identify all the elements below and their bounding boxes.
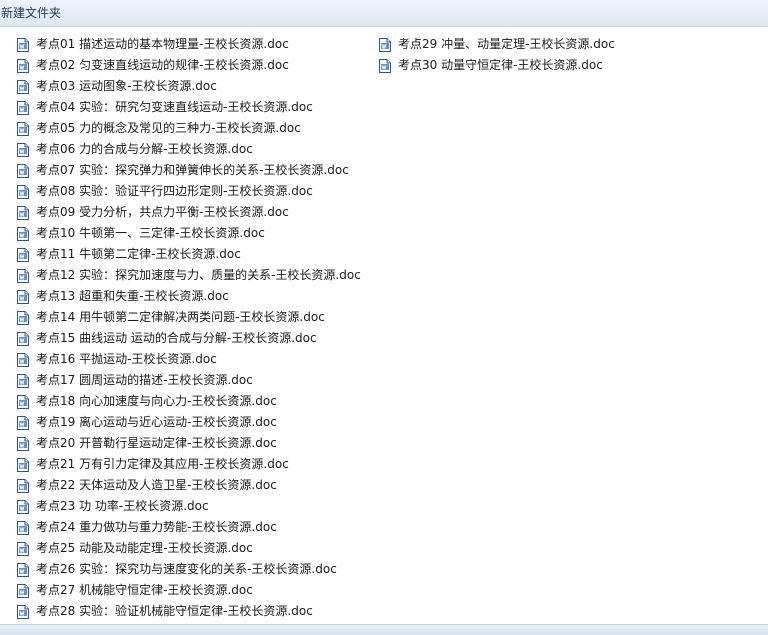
file-column-2: 考点29 冲量、动量定理-王校长资源.doc 考点30 动量守恒定律-王校长资源.… (379, 34, 615, 76)
file-name: 考点23 功 功率-王校长资源.doc (36, 499, 209, 513)
folder-title-bar: 新建文件夹 (0, 0, 768, 27)
file-item[interactable]: 考点02 匀变速直线运动的规律-王校长资源.doc (17, 55, 361, 76)
word-document-icon (17, 226, 29, 241)
file-item[interactable]: 考点10 牛顿第一、三定律-王校长资源.doc (17, 223, 361, 244)
file-name: 考点19 离心运动与近心运动-王校长资源.doc (36, 415, 277, 429)
file-item[interactable]: 考点03 运动图象-王校长资源.doc (17, 76, 361, 97)
file-item[interactable]: 考点04 实验：研究匀变速直线运动-王校长资源.doc (17, 97, 361, 118)
file-name: 考点14 用牛顿第二定律解决两类问题-王校长资源.doc (36, 310, 325, 324)
file-item[interactable]: 考点16 平抛运动-王校长资源.doc (17, 349, 361, 370)
file-name: 考点24 重力做功与重力势能-王校长资源.doc (36, 520, 277, 534)
file-list-view[interactable]: 考点01 描述运动的基本物理量-王校长资源.doc 考点02 匀变速直线运动的规律… (0, 27, 768, 624)
word-document-icon (17, 583, 29, 598)
word-document-icon (17, 247, 29, 262)
word-document-icon (17, 331, 29, 346)
file-name: 考点25 动能及动能定理-王校长资源.doc (36, 541, 253, 555)
word-document-icon (17, 415, 29, 430)
file-name: 考点18 向心加速度与向心力-王校长资源.doc (36, 394, 277, 408)
word-document-icon (17, 436, 29, 451)
file-name: 考点12 实验：探究加速度与力、质量的关系-王校长资源.doc (36, 268, 361, 282)
word-document-icon (17, 478, 29, 493)
file-name: 考点30 动量守恒定律-王校长资源.doc (398, 58, 603, 72)
file-item[interactable]: 考点26 实验：探究功与速度变化的关系-王校长资源.doc (17, 559, 361, 580)
word-document-icon (17, 604, 29, 619)
file-name: 考点22 天体运动及人造卫星-王校长资源.doc (36, 478, 277, 492)
file-item[interactable]: 考点12 实验：探究加速度与力、质量的关系-王校长资源.doc (17, 265, 361, 286)
word-document-icon (17, 289, 29, 304)
file-name: 考点28 实验：验证机械能守恒定律-王校长资源.doc (36, 604, 313, 618)
word-document-icon (17, 184, 29, 199)
file-item[interactable]: 考点27 机械能守恒定律-王校长资源.doc (17, 580, 361, 601)
folder-title: 新建文件夹 (1, 6, 62, 20)
file-name: 考点03 运动图象-王校长资源.doc (36, 79, 217, 93)
word-document-icon (17, 268, 29, 283)
word-document-icon (17, 373, 29, 388)
word-document-icon (379, 37, 391, 52)
file-item[interactable]: 考点28 实验：验证机械能守恒定律-王校长资源.doc (17, 601, 361, 622)
file-name: 考点08 实验：验证平行四边形定则-王校长资源.doc (36, 184, 313, 198)
file-item[interactable]: 考点25 动能及动能定理-王校长资源.doc (17, 538, 361, 559)
word-document-icon (17, 205, 29, 220)
file-name: 考点06 力的合成与分解-王校长资源.doc (36, 142, 253, 156)
file-item[interactable]: 考点22 天体运动及人造卫星-王校长资源.doc (17, 475, 361, 496)
word-document-icon (379, 58, 391, 73)
word-document-icon (17, 100, 29, 115)
file-column-1: 考点01 描述运动的基本物理量-王校长资源.doc 考点02 匀变速直线运动的规律… (17, 34, 361, 622)
file-name: 考点21 万有引力定律及其应用-王校长资源.doc (36, 457, 289, 471)
file-name: 考点07 实验：探究弹力和弹簧伸长的关系-王校长资源.doc (36, 163, 349, 177)
explorer-window: 新建文件夹 考点01 描述运动的基本物理量-王校长资源.doc 考点02 匀变速直… (0, 0, 768, 635)
file-item[interactable]: 考点15 曲线运动 运动的合成与分解-王校长资源.doc (17, 328, 361, 349)
file-name: 考点17 圆周运动的描述-王校长资源.doc (36, 373, 253, 387)
word-document-icon (17, 499, 29, 514)
file-name: 考点10 牛顿第一、三定律-王校长资源.doc (36, 226, 265, 240)
file-name: 考点20 开普勒行星运动定律-王校长资源.doc (36, 436, 277, 450)
file-name: 考点01 描述运动的基本物理量-王校长资源.doc (36, 37, 289, 51)
word-document-icon (17, 79, 29, 94)
file-name: 考点05 力的概念及常见的三种力-王校长资源.doc (36, 121, 301, 135)
word-document-icon (17, 541, 29, 556)
file-item[interactable]: 考点09 受力分析，共点力平衡-王校长资源.doc (17, 202, 361, 223)
word-document-icon (17, 520, 29, 535)
word-document-icon (17, 121, 29, 136)
file-item[interactable]: 考点06 力的合成与分解-王校长资源.doc (17, 139, 361, 160)
file-item[interactable]: 考点23 功 功率-王校长资源.doc (17, 496, 361, 517)
file-item[interactable]: 考点21 万有引力定律及其应用-王校长资源.doc (17, 454, 361, 475)
file-item[interactable]: 考点20 开普勒行星运动定律-王校长资源.doc (17, 433, 361, 454)
file-name: 考点15 曲线运动 运动的合成与分解-王校长资源.doc (36, 331, 317, 345)
file-name: 考点04 实验：研究匀变速直线运动-王校长资源.doc (36, 100, 313, 114)
file-item[interactable]: 考点05 力的概念及常见的三种力-王校长资源.doc (17, 118, 361, 139)
file-item[interactable]: 考点01 描述运动的基本物理量-王校长资源.doc (17, 34, 361, 55)
file-item[interactable]: 考点24 重力做功与重力势能-王校长资源.doc (17, 517, 361, 538)
word-document-icon (17, 37, 29, 52)
word-document-icon (17, 562, 29, 577)
word-document-icon (17, 394, 29, 409)
file-name: 考点26 实验：探究功与速度变化的关系-王校长资源.doc (36, 562, 337, 576)
file-item[interactable]: 考点14 用牛顿第二定律解决两类问题-王校长资源.doc (17, 307, 361, 328)
file-name: 考点13 超重和失重-王校长资源.doc (36, 289, 229, 303)
file-item[interactable]: 考点08 实验：验证平行四边形定则-王校长资源.doc (17, 181, 361, 202)
file-item[interactable]: 考点17 圆周运动的描述-王校长资源.doc (17, 370, 361, 391)
file-item[interactable]: 考点11 牛顿第二定律-王校长资源.doc (17, 244, 361, 265)
file-item[interactable]: 考点19 离心运动与近心运动-王校长资源.doc (17, 412, 361, 433)
file-item[interactable]: 考点29 冲量、动量定理-王校长资源.doc (379, 34, 615, 55)
word-document-icon (17, 310, 29, 325)
word-document-icon (17, 352, 29, 367)
file-name: 考点09 受力分析，共点力平衡-王校长资源.doc (36, 205, 289, 219)
file-name: 考点11 牛顿第二定律-王校长资源.doc (36, 247, 241, 261)
file-item[interactable]: 考点30 动量守恒定律-王校长资源.doc (379, 55, 615, 76)
word-document-icon (17, 163, 29, 178)
file-name: 考点02 匀变速直线运动的规律-王校长资源.doc (36, 58, 289, 72)
file-name: 考点29 冲量、动量定理-王校长资源.doc (398, 37, 615, 51)
file-item[interactable]: 考点07 实验：探究弹力和弹簧伸长的关系-王校长资源.doc (17, 160, 361, 181)
bottom-status-bar (0, 624, 768, 635)
word-document-icon (17, 58, 29, 73)
file-item[interactable]: 考点13 超重和失重-王校长资源.doc (17, 286, 361, 307)
file-name: 考点16 平抛运动-王校长资源.doc (36, 352, 217, 366)
file-item[interactable]: 考点18 向心加速度与向心力-王校长资源.doc (17, 391, 361, 412)
file-name: 考点27 机械能守恒定律-王校长资源.doc (36, 583, 253, 597)
word-document-icon (17, 457, 29, 472)
word-document-icon (17, 142, 29, 157)
